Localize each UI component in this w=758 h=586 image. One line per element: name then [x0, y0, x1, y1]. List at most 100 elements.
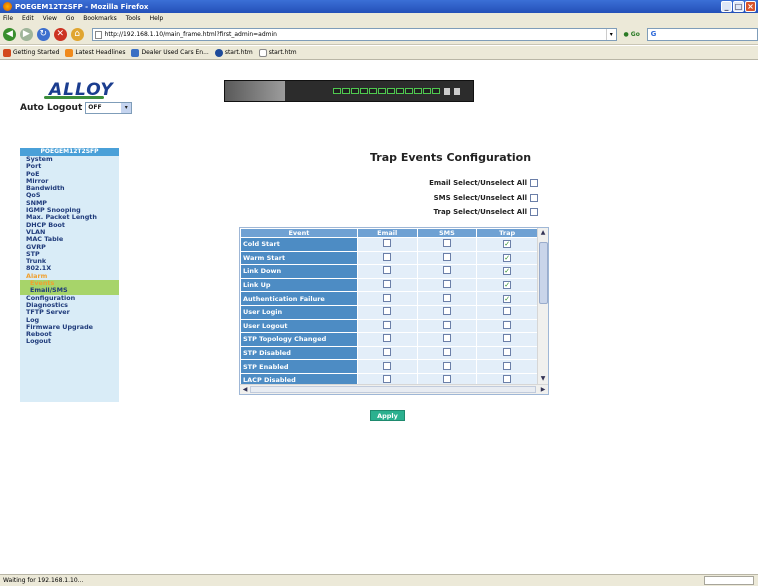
sms-checkbox[interactable]: [442, 280, 451, 289]
trap-checkbox[interactable]: [503, 307, 512, 316]
sms-checkbox[interactable]: [442, 334, 451, 343]
menu-edit[interactable]: Edit: [22, 15, 34, 22]
reload-icon[interactable]: ↻: [36, 27, 50, 41]
trap-select-all: Trap Select/Unselect All: [433, 208, 538, 216]
email-checkbox[interactable]: [383, 280, 392, 289]
menu-go[interactable]: Go: [66, 15, 74, 22]
trap-cell: [476, 318, 538, 334]
back-icon[interactable]: ◀: [3, 27, 16, 41]
trap-checkbox[interactable]: ✓: [503, 281, 512, 290]
email-select-all-checkbox[interactable]: [530, 179, 538, 187]
trap-checkbox[interactable]: ✓: [503, 267, 512, 276]
sms-select-all-label: SMS Select/Unselect All: [433, 194, 527, 202]
trap-cell: [476, 345, 538, 361]
port-icon: [414, 87, 422, 94]
trap-select-all-label: Trap Select/Unselect All: [433, 208, 528, 216]
trap-checkbox[interactable]: [503, 320, 512, 329]
sms-select-all-checkbox[interactable]: [530, 194, 538, 202]
trap-checkbox[interactable]: [503, 361, 512, 370]
trap-checkbox[interactable]: ✓: [503, 294, 512, 303]
sms-checkbox[interactable]: [442, 293, 451, 302]
email-checkbox[interactable]: [383, 293, 392, 302]
email-checkbox[interactable]: [383, 334, 392, 343]
port-icon: [378, 87, 386, 94]
horizontal-scrollbar[interactable]: ◀ ▶: [240, 384, 548, 394]
globe-icon: [214, 48, 223, 57]
trap-cell: ✓: [476, 237, 538, 252]
email-checkbox[interactable]: [383, 361, 392, 370]
sms-checkbox[interactable]: [442, 266, 451, 275]
sfp-port-icon: [454, 87, 460, 95]
scroll-up-icon[interactable]: ▲: [538, 228, 548, 238]
sms-checkbox[interactable]: [442, 320, 451, 329]
bookmark-start-1[interactable]: start.htm: [214, 48, 253, 57]
trap-select-all-checkbox[interactable]: [530, 208, 538, 216]
window-titlebar: POEGEM12T2SFP - Mozilla Firefox _ □ ×: [0, 0, 758, 13]
menu-tools[interactable]: Tools: [126, 15, 141, 22]
event-name: Link Down: [240, 264, 358, 279]
bookmark-latest-headlines[interactable]: Latest Headlines: [65, 48, 125, 57]
sms-checkbox[interactable]: [442, 252, 451, 261]
trap-cell: [476, 304, 538, 320]
go-button[interactable]: ● Go: [621, 28, 643, 41]
email-checkbox[interactable]: [383, 266, 392, 275]
email-checkbox[interactable]: [383, 252, 392, 261]
sms-cell: [416, 291, 478, 306]
email-cell: [356, 304, 418, 320]
email-select-all: Email Select/Unselect All: [429, 179, 538, 187]
scrollbar-thumb[interactable]: [250, 386, 536, 393]
email-cell: [356, 359, 418, 374]
close-button[interactable]: ×: [745, 1, 756, 12]
trap-checkbox[interactable]: [503, 348, 512, 357]
sidebar-item-logout[interactable]: Logout: [20, 338, 119, 346]
scroll-right-icon[interactable]: ▶: [538, 385, 548, 394]
bookmark-start-2[interactable]: start.htm: [258, 48, 297, 57]
sms-checkbox[interactable]: [442, 307, 451, 316]
scroll-left-icon[interactable]: ◀: [240, 385, 250, 394]
trap-checkbox[interactable]: ✓: [503, 240, 512, 249]
home-icon[interactable]: ⌂: [70, 27, 84, 41]
menu-view[interactable]: View: [43, 15, 57, 22]
email-checkbox[interactable]: [383, 320, 392, 329]
table-header-row: Event Email SMS Trap: [240, 228, 538, 238]
trap-checkbox[interactable]: [503, 375, 512, 384]
bookmark-dealer-used-cars[interactable]: Dealer Used Cars En...: [131, 48, 209, 57]
forward-icon[interactable]: ▶: [19, 27, 33, 41]
email-checkbox[interactable]: [383, 307, 392, 316]
stop-icon[interactable]: ✕: [53, 27, 67, 41]
vertical-scrollbar[interactable]: ▲ ▼: [537, 228, 548, 384]
url-dropdown-icon[interactable]: ▾: [605, 28, 616, 40]
trap-checkbox[interactable]: [503, 334, 512, 343]
scroll-down-icon[interactable]: ▼: [538, 374, 548, 384]
menu-file[interactable]: File: [3, 15, 13, 22]
maximize-button[interactable]: □: [733, 1, 744, 12]
auto-logout-select[interactable]: OFF ▾: [85, 102, 133, 114]
sms-checkbox[interactable]: [442, 348, 451, 357]
menu-help[interactable]: Help: [150, 15, 164, 22]
email-checkbox[interactable]: [383, 375, 392, 384]
trap-checkbox[interactable]: ✓: [503, 253, 512, 262]
sms-checkbox[interactable]: [442, 375, 451, 384]
email-checkbox[interactable]: [383, 348, 392, 357]
table-row: STP Topology Changed: [240, 332, 538, 347]
search-box[interactable]: G: [646, 27, 758, 41]
apply-button[interactable]: Apply: [370, 410, 405, 421]
sms-checkbox[interactable]: [442, 361, 451, 370]
sms-cell: [416, 237, 478, 252]
sms-cell: [416, 277, 478, 293]
sms-cell: [416, 332, 478, 347]
page-icon: [258, 48, 267, 57]
scrollbar-thumb[interactable]: [539, 242, 548, 304]
bookmark-getting-started[interactable]: Getting Started: [3, 48, 59, 57]
url-bar[interactable]: http://192.168.1.10/main_frame.html?firs…: [91, 27, 617, 41]
event-name: User Logout: [240, 318, 358, 334]
email-checkbox[interactable]: [383, 239, 392, 248]
sms-checkbox[interactable]: [442, 239, 451, 248]
sms-cell: [416, 345, 478, 361]
menu-bookmarks[interactable]: Bookmarks: [83, 15, 117, 22]
minimize-button[interactable]: _: [721, 1, 732, 12]
event-name: Authentication Failure: [240, 291, 358, 306]
port-icon: [369, 87, 377, 94]
page-icon: [131, 48, 140, 57]
event-name: Warm Start: [240, 250, 358, 266]
